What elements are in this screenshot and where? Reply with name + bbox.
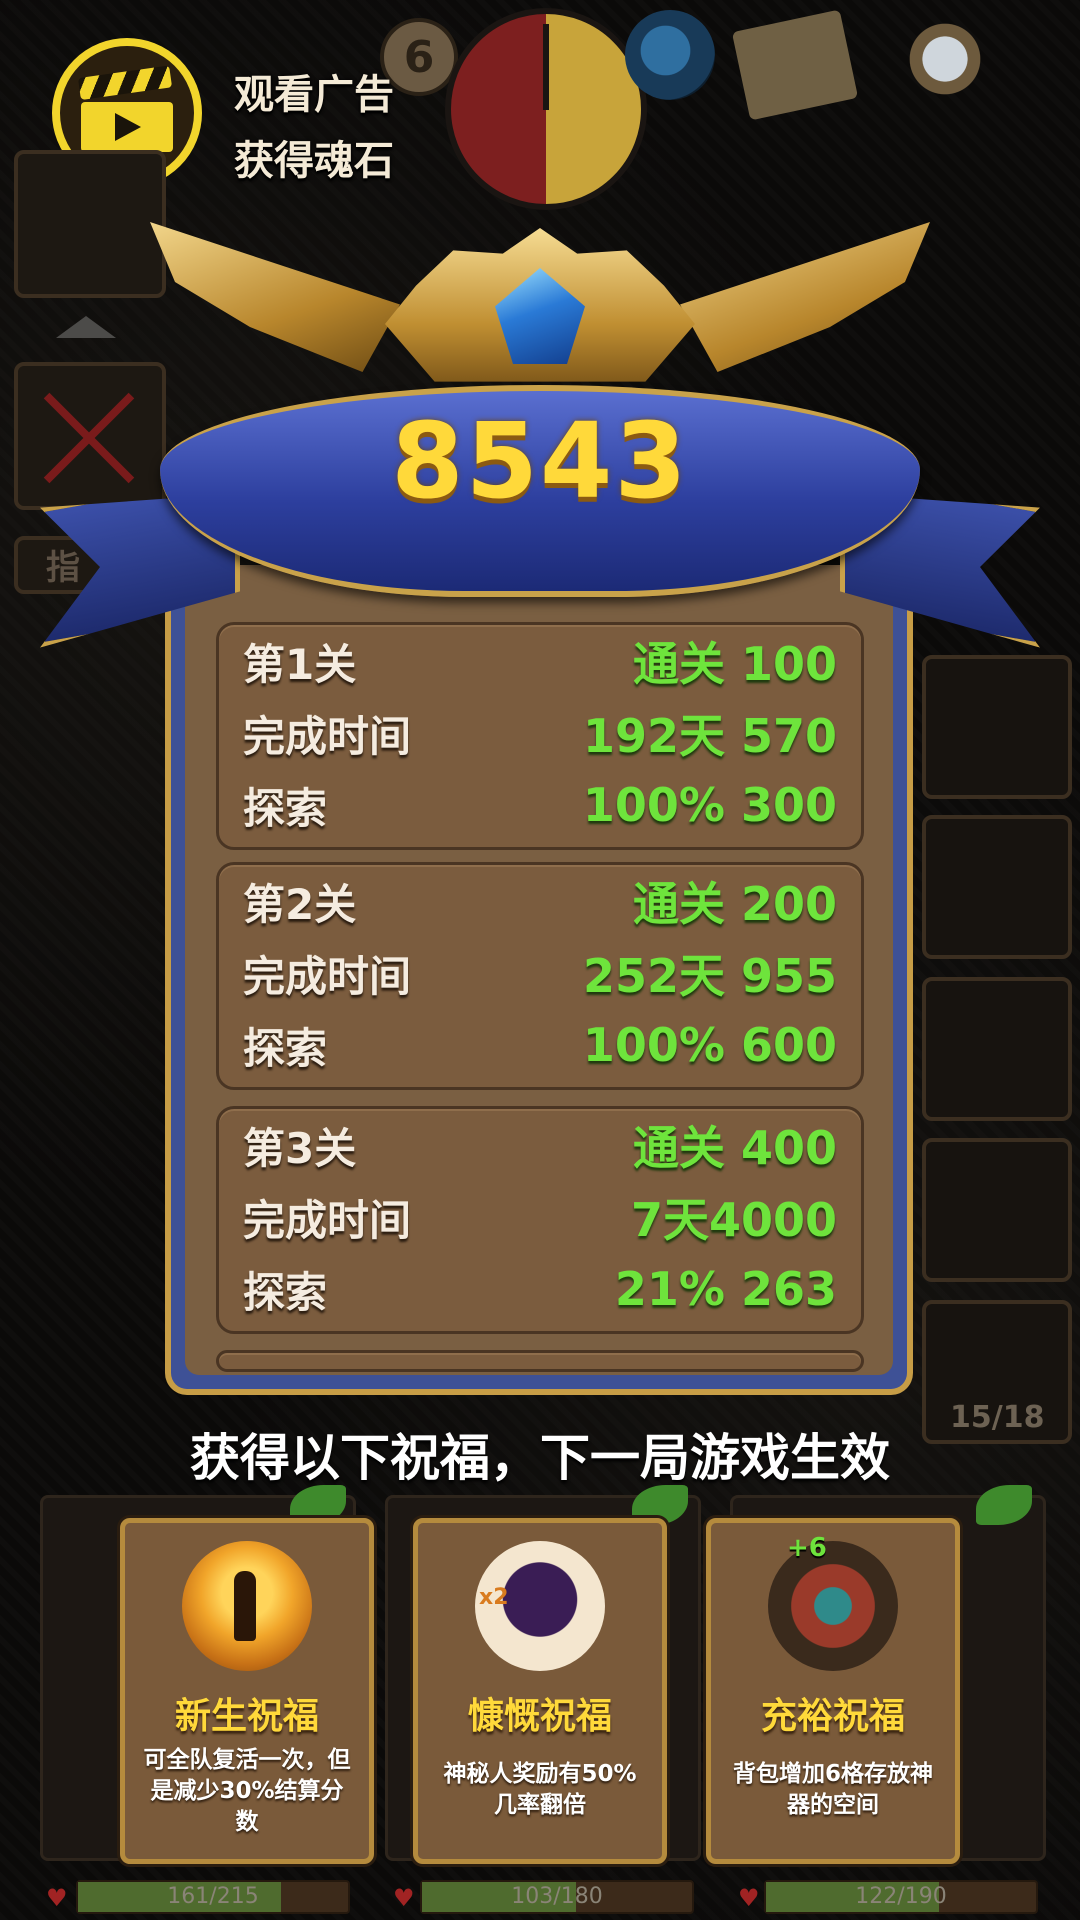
slot-bonus-badge: +6: [787, 1533, 827, 1563]
blessing-desc: 背包增加6格存放神器的空间: [732, 1761, 933, 1818]
time-score: 192天 570: [582, 709, 837, 763]
time-label: 完成时间: [243, 711, 412, 761]
heart-icon: ♥: [393, 1884, 415, 1912]
blessing-desc: 神秘人奖励有50%几率翻倍: [443, 1761, 637, 1818]
explore-label: 探索: [243, 1023, 328, 1073]
blessing-name: 充裕祝福: [760, 1696, 905, 1737]
heart-icon: ♥: [738, 1884, 760, 1912]
level-card-3: 第3关 通关 400 完成时间 7天4000 探索 21% 263: [216, 1106, 864, 1334]
explore-label: 探索: [243, 1267, 328, 1317]
right-slot-door-icon: [922, 655, 1072, 799]
blessing-name: 慷慨祝福: [467, 1696, 612, 1737]
watch-ad-line2: 获得魂石: [234, 138, 394, 184]
clear-score: 通关 400: [632, 1121, 837, 1175]
heart-icon: ♥: [46, 1884, 68, 1912]
explore-score: 100% 300: [582, 778, 837, 832]
left-slot-weapon: [14, 150, 166, 298]
gold-wing-right: [680, 222, 930, 372]
right-slot-sleep-icon: [922, 977, 1072, 1121]
scroll-up-arrow-icon: [56, 316, 116, 338]
total-score: 8543: [391, 400, 689, 522]
day-night-dial-icon: [445, 8, 647, 210]
right-slot-house-icon: [922, 815, 1072, 959]
explore-score: 21% 263: [614, 1262, 837, 1316]
blessing-name: 新生祝福: [174, 1696, 319, 1737]
explore-score: 100% 600: [582, 1018, 837, 1072]
clapperboard-icon: [77, 65, 173, 152]
watch-ad-line1: 观看广告: [234, 72, 394, 118]
clear-score: 通关 200: [632, 877, 837, 931]
hp-bar-2: 103/180: [420, 1880, 694, 1914]
time-score: 7天4000: [630, 1193, 837, 1247]
time-label: 完成时间: [243, 1195, 412, 1245]
hp-bar-1: 161/215: [76, 1880, 350, 1914]
clear-score: 通关 100: [632, 637, 837, 691]
blessing-card-abundance[interactable]: +6 充裕祝福 背包增加6格存放神器的空间: [706, 1518, 960, 1864]
blessing-desc: 可全队复活一次，但是减少30%结算分数: [143, 1747, 351, 1835]
time-label: 完成时间: [243, 951, 412, 1001]
level-card-1: 第1关 通关 100 完成时间 192天 570 探索 100% 300: [216, 622, 864, 850]
rebirth-icon: [182, 1541, 312, 1671]
hp-text: 161/215: [167, 1884, 259, 1909]
magnifier-icon: [900, 14, 990, 104]
hp-text: 103/180: [511, 1884, 603, 1909]
hooded-stranger-icon: [475, 1541, 605, 1671]
guide-label: 指: [46, 548, 80, 588]
level-name: 第1关: [243, 639, 357, 689]
level-name: 第2关: [243, 879, 357, 929]
right-slot-cauldron-icon: [922, 1138, 1072, 1282]
map-icon: [731, 9, 859, 121]
blessing-card-rebirth[interactable]: 新生祝福 可全队复活一次，但是减少30%结算分数: [120, 1518, 374, 1864]
level-card-4-partial: [216, 1350, 864, 1372]
blessing-card-generosity[interactable]: 慷慨祝福 神秘人奖励有50%几率翻倍: [413, 1518, 667, 1864]
level-card-2: 第2关 通关 200 完成时间 252天 955 探索 100% 600: [216, 862, 864, 1090]
time-score: 252天 955: [582, 949, 837, 1003]
moon-icon: [625, 10, 715, 100]
hp-bar-3: 122/190: [764, 1880, 1038, 1914]
explore-label: 探索: [243, 783, 328, 833]
watch-ad-label[interactable]: 观看广告 获得魂石: [234, 62, 394, 194]
level-name: 第3关: [243, 1123, 357, 1173]
disabled-cross-icon: [40, 388, 140, 488]
blessings-title: 获得以下祝福，下一局游戏生效: [190, 1429, 890, 1487]
gold-wing-left: [150, 222, 400, 372]
hp-text: 122/190: [855, 1884, 947, 1909]
